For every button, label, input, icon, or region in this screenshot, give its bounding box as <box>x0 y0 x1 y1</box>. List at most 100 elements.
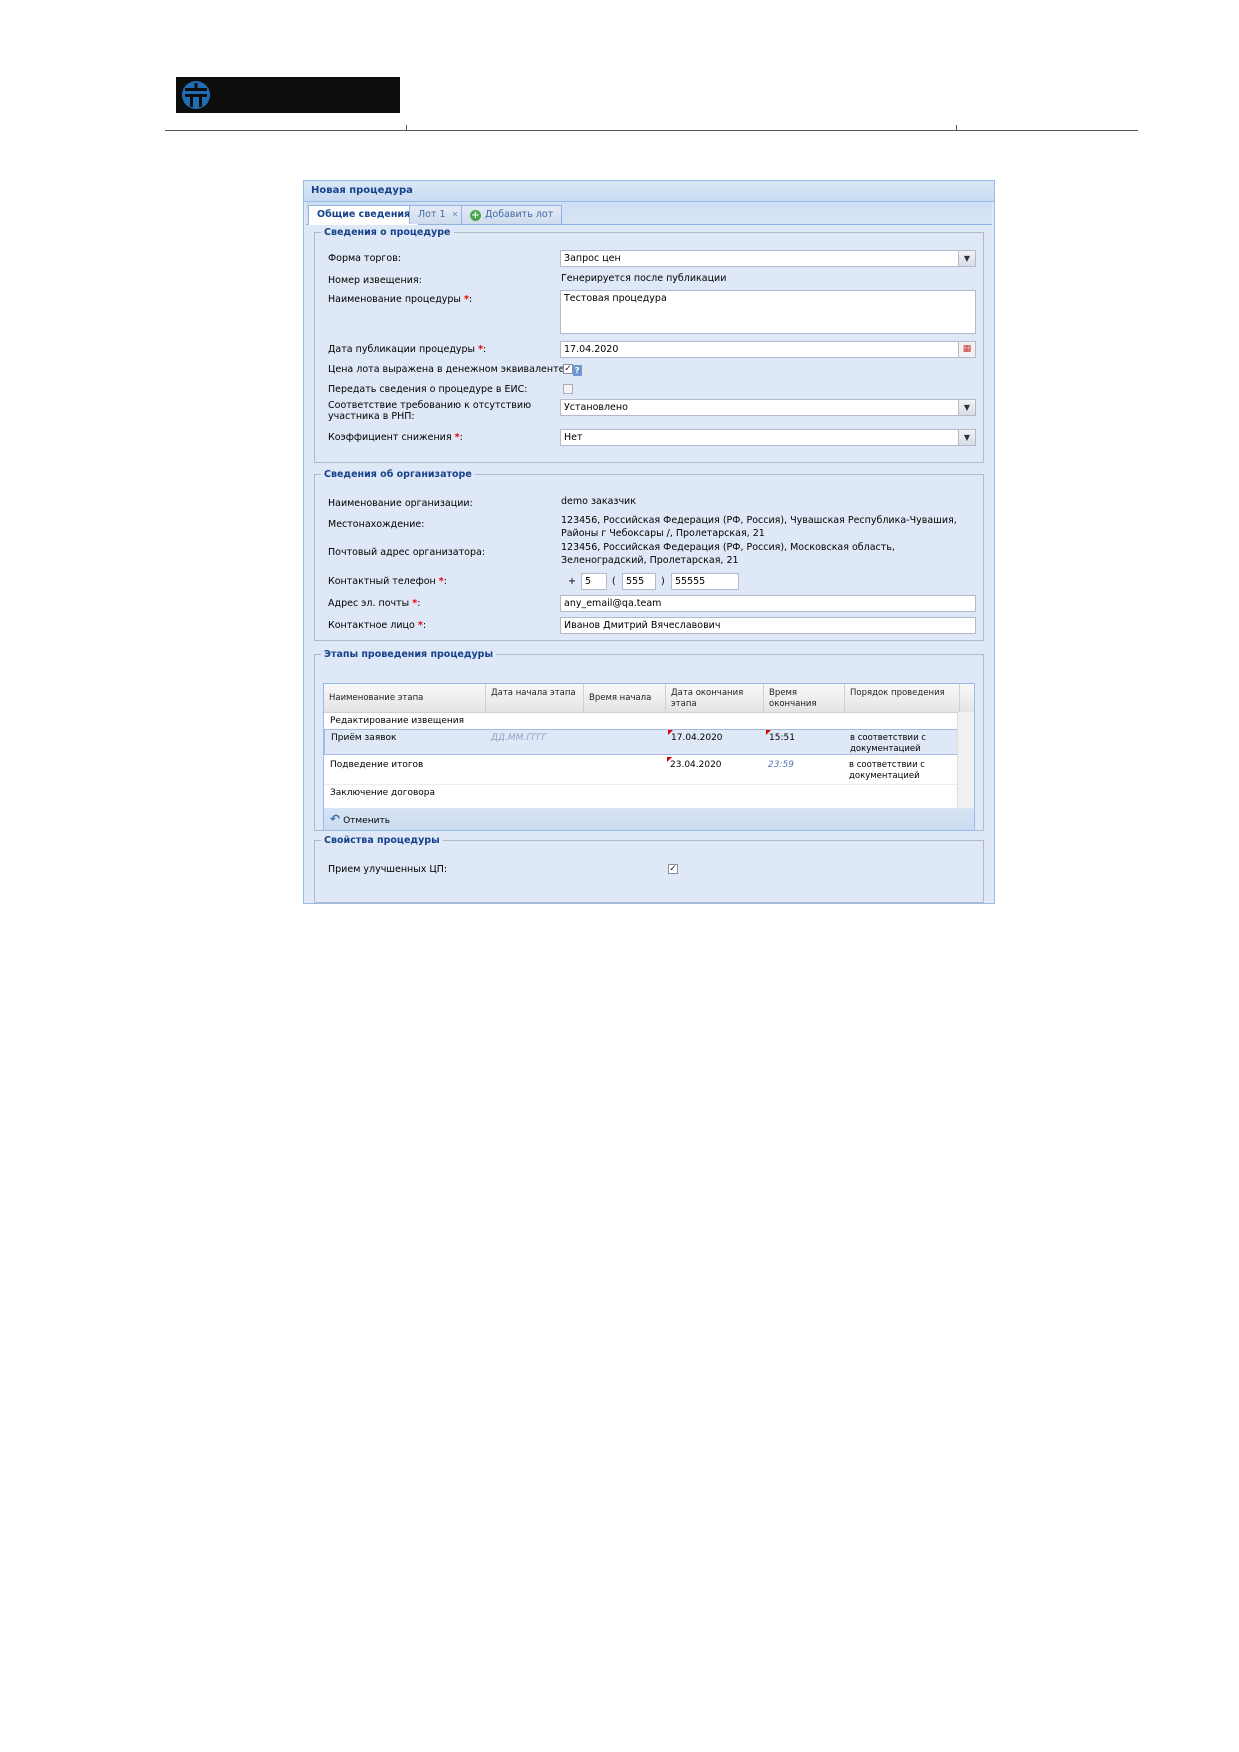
phone-number-input[interactable]: 55555 <box>671 573 739 590</box>
postal-line-2: Зеленоградский, Пролетарская, 21 <box>561 555 739 566</box>
label-text: Дата публикации процедуры <box>328 344 476 355</box>
eis-transfer-checkbox[interactable] <box>563 384 573 394</box>
close-icon[interactable]: ✕ <box>452 210 459 219</box>
chevron-down-icon[interactable]: ▼ <box>958 430 975 445</box>
end-time-cell[interactable]: 23:59 <box>768 760 794 771</box>
postal-address-label: Почтовый адрес организатора: <box>328 547 486 558</box>
label-text: Коэффициент снижения <box>328 432 452 443</box>
order-cell: в соответствии с документацией <box>849 760 925 781</box>
table-row[interactable]: Редактирование извещения <box>324 714 958 728</box>
stages-grid: Наименование этапа Дата начала этапа Вре… <box>323 683 975 809</box>
chevron-down-icon[interactable]: ▼ <box>958 251 975 266</box>
grid-toolbar: ↶ Отменить <box>323 808 975 831</box>
textarea-value: Тестовая процедура <box>564 293 667 304</box>
header-divider <box>956 125 957 131</box>
start-date-cell[interactable]: ДД.ММ.ГГГГ <box>491 733 546 744</box>
table-row[interactable]: Подведение итогов 23.04.2020 23:59 в соо… <box>324 757 958 783</box>
fieldset-legend: Сведения о процедуре <box>324 227 451 238</box>
col-header-start-date[interactable]: Дата начала этапа <box>486 684 584 712</box>
chevron-down-icon[interactable]: ▼ <box>958 400 975 415</box>
stage-name-cell: Заключение договора <box>330 788 436 798</box>
tab-add-lot[interactable]: + Добавить лот <box>461 205 563 224</box>
publication-date-label: Дата публикации процедуры *: <box>328 344 486 355</box>
org-name-value: demo заказчик <box>561 496 636 507</box>
tab-label: Лот 1 <box>418 209 446 220</box>
properties-fieldset: Свойства процедуры Прием улучшенных ЦП: … <box>314 835 984 903</box>
label-colon: : <box>443 576 447 587</box>
phone-code-input[interactable]: 555 <box>622 573 656 590</box>
location-label: Местонахождение: <box>328 519 425 530</box>
tab-bar: Общие сведения Лот 1 ✕ + Добавить лот <box>306 202 992 225</box>
reduction-coef-select[interactable]: Нет ▼ <box>560 429 976 446</box>
end-time-cell[interactable]: 15:51 <box>769 733 795 744</box>
fieldset-legend: Свойства процедуры <box>324 835 440 846</box>
col-header-order[interactable]: Порядок проведения <box>845 684 960 712</box>
eis-transfer-label: Передать сведения о процедуре в ЕИС: <box>328 384 528 395</box>
window-title: Новая процедура <box>304 181 994 202</box>
grid-header: Наименование этапа Дата начала этапа Вре… <box>324 684 974 713</box>
org-name-label: Наименование организации: <box>328 498 473 509</box>
header-divider <box>406 125 407 131</box>
label-colon: : <box>459 432 463 443</box>
help-icon[interactable]: ? <box>572 365 582 376</box>
new-procedure-window: Новая процедура Общие сведения Лот 1 ✕ + Д… <box>303 180 995 904</box>
label-text: Адрес эл. почты <box>328 598 410 609</box>
select-value: Установлено <box>564 402 628 413</box>
date-value: 17.04.2020 <box>564 344 619 355</box>
location-line-1: 123456, Российская Федерация (РФ, Россия… <box>561 515 957 526</box>
fieldset-legend: Сведения об организаторе <box>324 469 472 480</box>
notice-number-label: Номер извещения: <box>328 275 422 286</box>
label-text: Цена лота выражена в денежном эквивалент… <box>328 364 568 375</box>
select-value: Нет <box>564 432 583 443</box>
table-row[interactable]: Заключение договора <box>324 786 958 800</box>
end-date-cell[interactable]: 23.04.2020 <box>670 760 722 771</box>
end-date-cell[interactable]: 17.04.2020 <box>671 733 723 744</box>
organizer-info-fieldset: Сведения об организаторе Наименование ор… <box>314 469 984 641</box>
price-money-label: Цена лота выражена в денежном эквивалент… <box>328 364 582 376</box>
procedure-name-textarea[interactable]: Тестовая процедура <box>560 290 976 334</box>
tab-lot-1[interactable]: Лот 1 ✕ <box>409 205 468 224</box>
label-text: Контактный телефон <box>328 576 436 587</box>
phone-label: Контактный телефон *: <box>328 576 447 587</box>
stage-name-cell: Подведение итогов <box>330 760 424 770</box>
trade-form-select[interactable]: Запрос цен ▼ <box>560 250 976 267</box>
col-header-stage-name[interactable]: Наименование этапа <box>324 684 486 712</box>
location-line-2: Районы г Чебоксары /, Пролетарская, 21 <box>561 528 765 539</box>
col-header-end-time[interactable]: Время окончания <box>764 684 845 712</box>
table-row[interactable]: Приём заявок ДД.ММ.ГГГГ 17.04.2020 15:51… <box>324 729 958 755</box>
contact-person-input[interactable]: Иванов Дмитрий Вячеславович <box>560 617 976 634</box>
grid-scrollbar[interactable] <box>957 712 974 808</box>
email-label: Адрес эл. почты *: <box>328 598 420 609</box>
enhanced-signature-checkbox[interactable]: ✓ <box>668 864 678 874</box>
phone-plus: + <box>568 576 576 587</box>
row-divider <box>324 784 958 785</box>
email-input[interactable]: any_email@qa.team <box>560 595 976 612</box>
stage-name-cell: Приём заявок <box>331 733 397 743</box>
enhanced-signature-label: Прием улучшенных ЦП: <box>328 864 448 875</box>
phone-close-paren: ) <box>661 576 665 587</box>
rnp-requirement-label: Соответствие требованию к отсутствию уча… <box>328 400 532 422</box>
label-text: Наименование процедуры <box>328 294 461 305</box>
undo-icon: ↶ <box>330 812 341 826</box>
price-money-checkbox[interactable]: ✓ <box>563 364 573 374</box>
procedure-info-fieldset: Сведения о процедуре Форма торгов: Запро… <box>314 227 984 463</box>
notice-number-value: Генерируется после публикации <box>561 273 727 284</box>
order-cell: в соответствии с документацией <box>850 733 926 754</box>
document-header-rule <box>165 122 1138 131</box>
company-logo <box>176 77 400 113</box>
label-colon: : <box>483 344 487 355</box>
postal-line-1: 123456, Российская Федерация (РФ, Россия… <box>561 542 895 553</box>
select-value: Запрос цен <box>564 253 621 264</box>
col-header-start-time[interactable]: Время начала <box>584 684 666 712</box>
publication-date-input[interactable]: 17.04.2020 ▦ <box>560 341 976 358</box>
label-colon: : <box>422 620 427 631</box>
phone-country-input[interactable]: 5 <box>581 573 607 590</box>
phone-open-paren: ( <box>612 576 616 587</box>
col-header-end-date[interactable]: Дата окончания этапа <box>666 684 764 712</box>
fieldset-legend: Этапы проведения процедуры <box>324 649 494 660</box>
label-colon: : <box>468 294 473 305</box>
rnp-requirement-select[interactable]: Установлено ▼ <box>560 399 976 416</box>
undo-button[interactable]: ↶ Отменить <box>330 812 390 826</box>
tab-general-info[interactable]: Общие сведения <box>308 205 420 225</box>
calendar-icon[interactable]: ▦ <box>958 342 975 357</box>
